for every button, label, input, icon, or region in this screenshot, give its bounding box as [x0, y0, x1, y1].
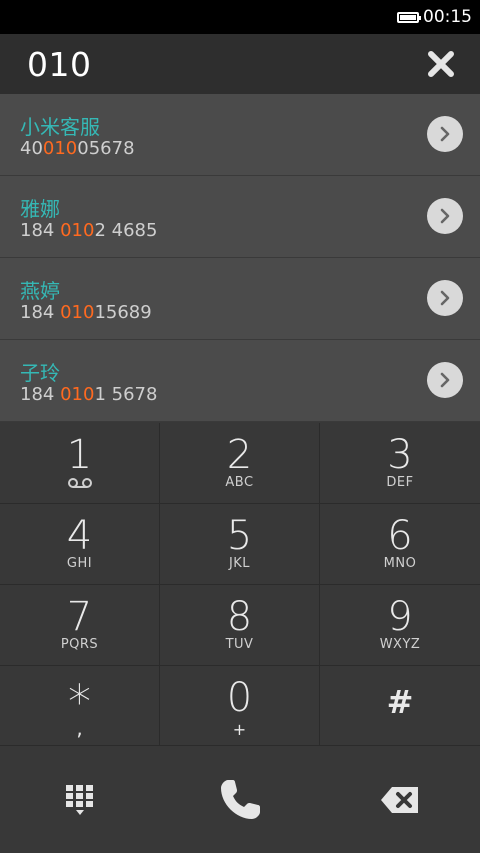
dialpad-icon [66, 784, 93, 815]
key-star[interactable]: * , [0, 666, 160, 746]
contact-results: 小米客服 4001005678 雅娜 184 0102 4685 燕婷 184 … [0, 94, 480, 422]
dial-input-bar: 010 [0, 34, 480, 94]
contact-number: 4001005678 [20, 138, 135, 159]
backspace-icon [381, 786, 418, 813]
key-hash[interactable]: # [320, 666, 480, 746]
key-digit: 9 [387, 594, 413, 640]
match-highlight: 010 [42, 138, 78, 159]
action-bar [0, 746, 480, 853]
contact-detail-button[interactable] [427, 116, 463, 152]
match-highlight: 010 [60, 384, 95, 405]
key-letters: DEF [386, 475, 414, 490]
call-button[interactable] [180, 760, 300, 840]
contact-detail-button[interactable] [427, 280, 463, 316]
backspace-button[interactable] [340, 760, 460, 840]
contact-number: 184 0101 5678 [20, 384, 158, 405]
key-2[interactable]: 2 ABC [160, 423, 320, 504]
contact-detail-button[interactable] [427, 362, 463, 398]
key-letters: WXYZ [379, 637, 421, 652]
key-letters: PQRS [60, 637, 99, 652]
key-digit: 3 [387, 432, 413, 478]
chevron-right-icon [440, 126, 450, 142]
chevron-right-icon [440, 372, 450, 388]
key-letters: + [232, 720, 247, 739]
key-letters: MNO [383, 556, 417, 571]
key-letters: ABC [225, 475, 254, 490]
phone-icon [221, 779, 260, 819]
key-1[interactable]: 1 [0, 423, 160, 504]
chevron-right-icon [440, 290, 450, 306]
contact-name: 燕婷 [20, 279, 60, 303]
match-highlight: 010 [60, 302, 95, 323]
clear-button[interactable] [426, 49, 456, 79]
key-letters: GHI [66, 556, 93, 571]
key-9[interactable]: 9 WXYZ [320, 585, 480, 666]
key-digit: 2 [226, 432, 253, 478]
contact-result-item[interactable]: 小米客服 4001005678 [0, 94, 480, 176]
contact-number: 184 01015689 [20, 302, 152, 323]
contact-name: 子玲 [20, 361, 60, 385]
key-digit: 7 [66, 594, 93, 640]
key-4[interactable]: 4 GHI [0, 504, 160, 585]
dial-keypad: 1 2 ABC 3 DEF 4 GHI 5 JKL 6 MNO 7 PQRS 8… [0, 423, 480, 746]
status-bar: 00:15 [0, 0, 480, 34]
dialed-number[interactable]: 010 [27, 45, 92, 84]
key-6[interactable]: 6 MNO [320, 504, 480, 585]
key-8[interactable]: 8 TUV [160, 585, 320, 666]
key-letters: , [76, 716, 83, 740]
key-digit: 6 [387, 513, 413, 559]
contact-name: 雅娜 [20, 197, 60, 221]
chevron-right-icon [440, 208, 450, 224]
key-5[interactable]: 5 JKL [160, 504, 320, 585]
key-digit: 4 [66, 513, 93, 559]
contact-name: 小米客服 [20, 115, 100, 139]
key-digit: 1 [66, 432, 93, 478]
key-digit: 0 [226, 675, 253, 721]
toggle-keypad-button[interactable] [20, 760, 140, 840]
key-letters: JKL [228, 556, 251, 571]
key-0[interactable]: 0 + [160, 666, 320, 746]
contact-result-item[interactable]: 雅娜 184 0102 4685 [0, 176, 480, 258]
voicemail-icon [68, 478, 92, 488]
contact-result-item[interactable]: 子玲 184 0101 5678 [0, 340, 480, 422]
contact-result-item[interactable]: 燕婷 184 01015689 [0, 258, 480, 340]
status-time: 00:15 [423, 7, 472, 27]
key-digit: # [386, 683, 414, 721]
key-3[interactable]: 3 DEF [320, 423, 480, 504]
match-highlight: 010 [60, 220, 95, 241]
contact-detail-button[interactable] [427, 198, 463, 234]
key-letters: TUV [225, 637, 254, 652]
contact-number: 184 0102 4685 [20, 220, 158, 241]
key-digit: 8 [226, 594, 253, 640]
close-icon [428, 51, 454, 77]
key-digit: 5 [226, 513, 253, 559]
battery-icon [397, 11, 421, 23]
key-7[interactable]: 7 PQRS [0, 585, 160, 666]
